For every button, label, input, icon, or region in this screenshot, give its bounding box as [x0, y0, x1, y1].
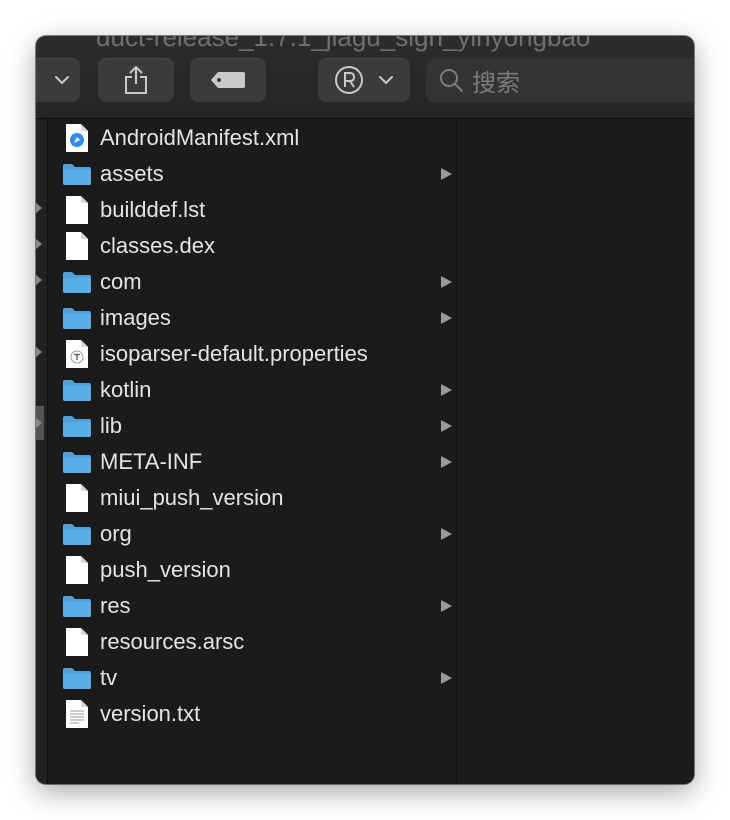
disclosure-triangle-icon — [36, 239, 42, 249]
file-name: AndroidManifest.xml — [100, 125, 300, 150]
document-icon — [62, 483, 92, 513]
folder-icon — [62, 375, 92, 405]
file-row[interactable]: AndroidManifest.xml — [48, 120, 456, 156]
extension-dropdown-button[interactable] — [318, 58, 410, 102]
folder-icon — [62, 267, 92, 297]
disclosure-arrow-icon[interactable] — [441, 168, 452, 180]
finder-window: duct-release_1.7.1_jiagu_sign_yinyongbao — [36, 36, 694, 784]
folder-icon — [62, 663, 92, 693]
file-row[interactable]: res — [48, 588, 456, 624]
disclosure-arrow-icon[interactable] — [441, 672, 452, 684]
file-name: classes.dex — [100, 233, 215, 258]
file-name: com — [100, 269, 142, 294]
window-title: duct-release_1.7.1_jiagu_sign_yinyongbao — [96, 36, 591, 52]
folder-icon — [62, 159, 92, 189]
file-row[interactable]: classes.dex — [48, 228, 456, 264]
document-icon — [62, 195, 92, 225]
folder-icon — [62, 591, 92, 621]
toolbar: duct-release_1.7.1_jiagu_sign_yinyongbao — [36, 36, 694, 119]
file-row[interactable]: META-INF — [48, 444, 456, 480]
file-name: tv — [100, 665, 118, 690]
disclosure-arrow-icon[interactable] — [441, 456, 452, 468]
file-name: resources.arsc — [100, 629, 245, 654]
file-row[interactable]: org — [48, 516, 456, 552]
disclosure-triangle-icon — [36, 418, 42, 428]
search-field[interactable]: 搜索 — [426, 58, 694, 102]
document-icon — [62, 555, 92, 585]
view-options-dropdown[interactable] — [36, 58, 80, 102]
registered-icon — [335, 66, 363, 94]
file-row[interactable]: lib — [48, 408, 456, 444]
file-name: version.txt — [100, 701, 201, 726]
file-name: push_version — [100, 557, 231, 582]
disclosure-arrow-icon[interactable] — [441, 528, 452, 540]
search-placeholder: 搜索 — [472, 69, 520, 97]
tag-icon — [211, 72, 245, 88]
parent-column[interactable] — [36, 119, 48, 784]
file-row[interactable]: tv — [48, 660, 456, 696]
file-list-column[interactable]: AndroidManifest.xml assets builddef.lst cla… — [48, 119, 457, 784]
folder-icon — [62, 411, 92, 441]
file-name: isoparser-default.properties — [100, 341, 368, 366]
document-icon — [62, 627, 92, 657]
disclosure-arrow-icon[interactable] — [441, 600, 452, 612]
share-button[interactable] — [98, 58, 174, 102]
file-row[interactable]: builddef.lst — [48, 192, 456, 228]
file-row[interactable]: images — [48, 300, 456, 336]
document-icon — [62, 231, 92, 261]
file-row[interactable]: miui_push_version — [48, 480, 456, 516]
disclosure-arrow-icon[interactable] — [441, 312, 452, 324]
disclosure-triangle-icon — [36, 347, 42, 357]
share-icon — [125, 65, 147, 94]
preview-column — [458, 119, 694, 784]
text-document-icon — [62, 699, 92, 729]
file-row[interactable]: resources.arsc — [48, 624, 456, 660]
file-row[interactable]: isoparser-default.properties — [48, 336, 456, 372]
folder-icon — [62, 447, 92, 477]
file-name: kotlin — [100, 377, 152, 402]
file-name: images — [100, 305, 171, 330]
file-name: builddef.lst — [100, 197, 206, 222]
file-name: assets — [100, 161, 164, 186]
file-name: res — [100, 593, 131, 618]
folder-icon — [62, 519, 92, 549]
column-browser: AndroidManifest.xml assets builddef.lst cla… — [36, 119, 694, 784]
file-name: META-INF — [100, 449, 203, 474]
file-row[interactable]: version.txt — [48, 696, 456, 732]
file-name: lib — [100, 413, 123, 438]
disclosure-arrow-icon[interactable] — [441, 384, 452, 396]
disclosure-arrow-icon[interactable] — [441, 276, 452, 288]
folder-icon — [62, 303, 92, 333]
file-name: miui_push_version — [100, 485, 284, 510]
disclosure-triangle-icon — [36, 203, 42, 213]
file-row[interactable]: assets — [48, 156, 456, 192]
disclosure-arrow-icon[interactable] — [441, 420, 452, 432]
file-row[interactable]: push_version — [48, 552, 456, 588]
file-row[interactable]: kotlin — [48, 372, 456, 408]
chevron-down-icon — [55, 76, 69, 85]
file-row[interactable]: com — [48, 264, 456, 300]
text-file-icon — [62, 339, 92, 369]
chevron-down-icon — [379, 76, 393, 85]
search-icon — [440, 69, 463, 92]
tags-button[interactable] — [190, 58, 266, 102]
file-name: org — [100, 521, 132, 546]
xml-file-icon — [62, 123, 92, 153]
disclosure-triangle-icon — [36, 275, 42, 285]
